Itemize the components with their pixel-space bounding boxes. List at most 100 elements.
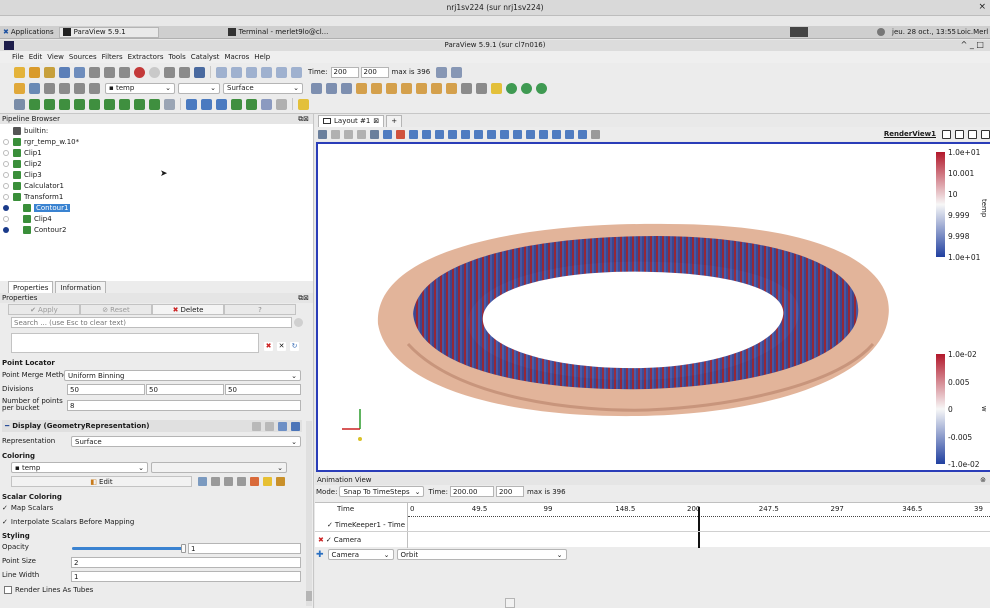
- reset-session-icon[interactable]: [119, 66, 130, 78]
- plot-data-icon[interactable]: [201, 98, 212, 110]
- line-width-input[interactable]: 1: [71, 571, 301, 582]
- temporal-range-icon[interactable]: [74, 82, 85, 94]
- clock[interactable]: jeu. 28 oct., 13:55: [892, 28, 956, 36]
- loop-icon[interactable]: [291, 66, 302, 78]
- ruler-icon[interactable]: [298, 98, 309, 110]
- eye-closed-icon[interactable]: [3, 193, 9, 200]
- add-selection-icon[interactable]: [526, 129, 535, 139]
- reset-view-icon[interactable]: [331, 129, 340, 139]
- save-icon[interactable]: [29, 66, 40, 78]
- opacity-input[interactable]: 1: [188, 543, 301, 554]
- clear-selection-icon[interactable]: [591, 129, 600, 139]
- pipeline-item[interactable]: Clip1: [0, 147, 313, 158]
- animation-index-input[interactable]: 200: [495, 486, 524, 497]
- camera-undo-icon[interactable]: [164, 66, 175, 78]
- delete-button[interactable]: ✖ Delete: [152, 304, 224, 315]
- remove-all-icon[interactable]: ✖: [264, 342, 273, 351]
- dock-button-icon[interactable]: ⊚: [980, 476, 986, 484]
- reset-camera-icon[interactable]: [311, 82, 322, 94]
- rotate-ccw-icon[interactable]: [461, 82, 472, 94]
- divisions-y-input[interactable]: 50: [146, 384, 224, 395]
- python-shell-icon[interactable]: [194, 66, 205, 78]
- user-name[interactable]: Loic.Merl: [957, 28, 988, 36]
- dock-buttons-icon[interactable]: ⧉⊠: [298, 294, 309, 303]
- taskbar-paraview[interactable]: ParaView 5.9.1: [58, 26, 159, 38]
- track-timekeeper[interactable]: ✓ TimeKeeper1 - Time: [315, 518, 990, 532]
- hover-cells-icon[interactable]: [461, 129, 470, 139]
- menu-item-filters[interactable]: Filters: [102, 53, 123, 61]
- warp-vector-icon[interactable]: [134, 98, 145, 110]
- subtract-selection-icon[interactable]: [539, 129, 548, 139]
- time-index-spinbox[interactable]: 200: [360, 66, 389, 78]
- properties-scrollbar[interactable]: [306, 421, 312, 606]
- view-plus-y-icon[interactable]: [386, 82, 397, 94]
- menu-item-help[interactable]: Help: [254, 53, 270, 61]
- pipeline-item[interactable]: Transform1: [0, 191, 313, 202]
- rescale-visible-icon[interactable]: [237, 477, 246, 486]
- extract-subset-icon[interactable]: [89, 98, 100, 110]
- collapse-icon[interactable]: ━: [5, 422, 9, 430]
- view-minus-x-icon[interactable]: [371, 82, 382, 94]
- connect-icon[interactable]: [89, 66, 100, 78]
- divisions-z-input[interactable]: 50: [225, 384, 301, 395]
- pipeline-item[interactable]: rgr_temp_w.10*: [0, 136, 313, 147]
- extract-selection-icon[interactable]: [513, 129, 522, 139]
- apply-button[interactable]: ✔ Apply: [8, 304, 80, 315]
- value-list-box[interactable]: [11, 333, 259, 353]
- tab-information[interactable]: Information: [55, 281, 106, 293]
- points-bucket-input[interactable]: 8: [67, 400, 301, 411]
- eye-open-icon[interactable]: [3, 226, 9, 233]
- tab-properties[interactable]: Properties: [8, 281, 54, 293]
- opacity-slider-handle[interactable]: [181, 544, 186, 553]
- visible-range-icon[interactable]: [89, 82, 100, 94]
- eye-closed-icon[interactable]: [3, 182, 9, 189]
- network-icon[interactable]: [877, 28, 885, 36]
- eye-closed-icon[interactable]: [3, 138, 9, 145]
- checkmark-icon[interactable]: ✓: [327, 521, 333, 529]
- pipeline-item[interactable]: Calculator1: [0, 180, 313, 191]
- taskbar-terminal[interactable]: Terminal - merlet9lo@cl...: [225, 27, 340, 38]
- spreadsheet-icon[interactable]: [246, 98, 257, 110]
- invert-colormap-icon[interactable]: [250, 477, 259, 486]
- color-array-select[interactable]: ▪ temp ⌄: [105, 82, 175, 94]
- point-size-input[interactable]: 2: [71, 557, 301, 568]
- reset-button[interactable]: ⊘ Reset: [80, 304, 152, 315]
- previous-frame-icon[interactable]: [231, 66, 242, 78]
- camera-redo-icon[interactable]: [179, 66, 190, 78]
- polygon-select-icon[interactable]: [474, 129, 483, 139]
- merge-method-select[interactable]: Uniform Binning ⌄: [64, 370, 301, 381]
- pipeline-item[interactable]: Contour1: [0, 202, 313, 213]
- close-view-icon[interactable]: [981, 129, 990, 139]
- render-view[interactable]: 1.0e+01 10.001 10 9.999 9.998 1.0e+01 1.0e-02…: [316, 142, 990, 472]
- copy-properties-icon[interactable]: [252, 421, 261, 431]
- hover-points-icon[interactable]: [448, 129, 457, 139]
- 3d-toggle-icon[interactable]: [357, 129, 366, 139]
- custom-range-icon[interactable]: [59, 82, 70, 94]
- close-tab-icon[interactable]: ⊠: [373, 117, 379, 125]
- first-frame-icon[interactable]: [216, 66, 227, 78]
- select-cells-icon[interactable]: [383, 129, 392, 139]
- view-plus-x-icon[interactable]: [356, 82, 367, 94]
- divisions-x-input[interactable]: 50: [67, 384, 145, 395]
- glyph-icon[interactable]: [104, 98, 115, 110]
- checkmark-icon[interactable]: ✓: [326, 536, 332, 544]
- render-tubes-checkbox[interactable]: Render Lines As Tubes: [4, 586, 93, 594]
- representation-combo[interactable]: Surface ⌄: [71, 436, 301, 447]
- camera-orient-icon[interactable]: [521, 82, 532, 94]
- interpolate-checkbox[interactable]: ✓ Interpolate Scalars Before Mapping: [2, 518, 134, 526]
- applications-menu[interactable]: ✖ Applications: [0, 28, 57, 36]
- plus-icon[interactable]: [565, 129, 574, 139]
- menu-item-sources[interactable]: Sources: [69, 53, 97, 61]
- pipeline-item[interactable]: Clip4: [0, 213, 313, 224]
- clip-icon[interactable]: [44, 98, 55, 110]
- map-scalars-checkbox[interactable]: ✓ Map Scalars: [2, 504, 53, 512]
- remove-icon[interactable]: ✕: [277, 342, 286, 351]
- pipeline-item[interactable]: builtin:: [0, 125, 313, 136]
- animation-time-input[interactable]: 200.00: [449, 486, 494, 497]
- plot-over-line-icon[interactable]: [186, 98, 197, 110]
- add-track-plus-icon[interactable]: ✚: [316, 550, 324, 560]
- tray-paraview-icon[interactable]: [790, 27, 808, 37]
- pipeline-item[interactable]: Clip3: [0, 169, 313, 180]
- axes-grid-icon[interactable]: [491, 82, 502, 94]
- play-icon[interactable]: [246, 66, 257, 78]
